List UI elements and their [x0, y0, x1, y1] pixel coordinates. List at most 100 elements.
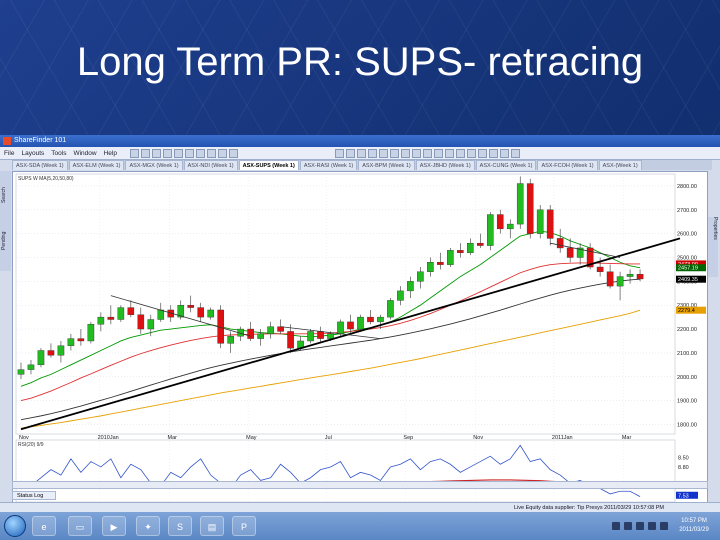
- menu-bar: File Layouts Tools Window Help: [4, 147, 117, 160]
- tab-jbhd[interactable]: ASX-JBHD (Week 1): [415, 160, 475, 170]
- scroll-left-icon[interactable]: [456, 149, 465, 158]
- print-icon[interactable]: [163, 149, 172, 158]
- app-logo-icon: [3, 137, 11, 145]
- taskbar-app-icon[interactable]: ✦: [136, 516, 160, 536]
- text-tool-icon[interactable]: [379, 149, 388, 158]
- price-legend: SUPS W MA(5,20,50,80): [18, 176, 74, 182]
- horizontal-scrollbar[interactable]: [12, 481, 708, 489]
- candle-body: [197, 307, 205, 318]
- bar-chart-icon[interactable]: [335, 149, 344, 158]
- tab-bpm[interactable]: ASX-BPM (Week 1): [358, 160, 415, 170]
- new-chart-icon[interactable]: [130, 149, 139, 158]
- price-value-label: 2409.35: [678, 277, 698, 283]
- taskbar-media-icon[interactable]: ▶: [102, 516, 126, 536]
- tab-sups[interactable]: ASX-SUPS (Week 1): [238, 160, 299, 170]
- settings-icon[interactable]: [218, 149, 227, 158]
- candle-body: [247, 328, 254, 339]
- zoom-out-icon[interactable]: [196, 149, 205, 158]
- candle-body: [546, 209, 554, 239]
- toolbar-icons-right: [335, 149, 520, 158]
- indicator-icon[interactable]: [229, 149, 238, 158]
- taskbar-sharefinder-icon[interactable]: ▤: [200, 516, 224, 536]
- start-button[interactable]: [4, 515, 26, 537]
- candle-body: [486, 214, 494, 246]
- refresh-icon[interactable]: [207, 149, 216, 158]
- candle-body: [616, 276, 624, 287]
- menu-help[interactable]: Help: [104, 147, 117, 160]
- candle-body: [526, 183, 534, 234]
- menu-window[interactable]: Window: [73, 147, 96, 160]
- tab-mgx[interactable]: ASX-MGX (Week 1): [125, 160, 183, 170]
- delete-icon[interactable]: [445, 149, 454, 158]
- save-icon[interactable]: [152, 149, 161, 158]
- status-log-tab[interactable]: Status Log: [12, 491, 56, 500]
- clock-date: 2011/03/29: [679, 527, 709, 533]
- chart-area[interactable]: 1800.00 1900.00 2000.00 2100.00 2200.00 2300.…: [12, 171, 708, 516]
- candle-body: [467, 242, 474, 253]
- taskbar-clock[interactable]: 10:57 PM 2011/03/29: [672, 517, 716, 535]
- candle-body: [417, 271, 424, 282]
- tab-ndi[interactable]: ASX-NDI (Week 1): [183, 160, 238, 170]
- fibonacci-icon[interactable]: [390, 149, 399, 158]
- tray-update-icon[interactable]: [660, 522, 668, 530]
- rsi-panel: [15, 439, 676, 503]
- candle-body: [97, 316, 105, 325]
- tab-sda[interactable]: ASX-SDA (Week 1): [12, 160, 68, 170]
- candle-body: [187, 304, 195, 308]
- arrow-icon[interactable]: [412, 149, 421, 158]
- scroll-right-icon[interactable]: [467, 149, 476, 158]
- candle-body: [596, 266, 604, 272]
- tray-volume-icon[interactable]: [624, 522, 632, 530]
- chart-svg: 1800.001900.002000.002100.002200.002300.…: [15, 173, 706, 511]
- help-icon[interactable]: [511, 149, 520, 158]
- candle-body: [127, 307, 135, 315]
- tab-extra[interactable]: ASX-(Week 1): [598, 160, 642, 170]
- open-icon[interactable]: [141, 149, 150, 158]
- candle-body: [516, 183, 524, 225]
- candle-body: [387, 300, 394, 318]
- taskbar-folder-icon[interactable]: ▭: [68, 516, 92, 536]
- rsi-y-tick-label: 8.50: [678, 456, 689, 462]
- tab-fcoh[interactable]: ASX-FCOH (Week 1): [537, 160, 598, 170]
- taskbar-powerpoint-icon[interactable]: P: [232, 516, 256, 536]
- grid-icon[interactable]: [174, 149, 183, 158]
- layout-icon[interactable]: [489, 149, 498, 158]
- side-tab-properties[interactable]: Properties: [708, 217, 718, 277]
- candle-body: [27, 364, 35, 370]
- tray-network-icon[interactable]: [612, 522, 620, 530]
- channel-icon[interactable]: [401, 149, 410, 158]
- candle-body: [496, 214, 504, 230]
- line-chart-icon[interactable]: [357, 149, 366, 158]
- candle-body: [17, 369, 25, 375]
- price-y-tick-label: 2800.00: [677, 184, 697, 190]
- candle-body: [77, 338, 85, 342]
- price-x-tick-label: Mar: [168, 435, 178, 441]
- alert-icon[interactable]: [500, 149, 509, 158]
- menu-tools[interactable]: Tools: [51, 147, 66, 160]
- tray-power-icon[interactable]: [648, 522, 656, 530]
- tab-elm[interactable]: ASX-ELM (Week 1): [68, 160, 125, 170]
- crosshair-icon[interactable]: [434, 149, 443, 158]
- magnify-icon[interactable]: [478, 149, 487, 158]
- candle-body: [477, 242, 484, 246]
- cursor-icon[interactable]: [423, 149, 432, 158]
- tab-rasi[interactable]: ASX-RASI (Week 1): [299, 160, 358, 170]
- candle-body: [157, 309, 165, 320]
- candle-body: [556, 238, 564, 249]
- candle-body: [227, 336, 234, 344]
- zoom-in-icon[interactable]: [185, 149, 194, 158]
- menu-layouts[interactable]: Layouts: [21, 147, 44, 160]
- side-tab-search[interactable]: Search: [1, 175, 10, 215]
- candle-chart-icon[interactable]: [346, 149, 355, 158]
- side-tab-pending[interactable]: Pending: [1, 219, 10, 263]
- trendline-icon[interactable]: [368, 149, 377, 158]
- candle-body: [626, 273, 634, 277]
- taskbar-ie-icon[interactable]: e: [32, 516, 56, 536]
- tray-flag-icon[interactable]: [636, 522, 644, 530]
- tab-cung[interactable]: ASX-CUNG (Week 1): [475, 160, 537, 170]
- status-bar: Live Equity data supplier: Tip Presys 20…: [0, 502, 720, 512]
- taskbar-skype-icon[interactable]: S: [168, 516, 192, 536]
- candle-body: [207, 309, 214, 318]
- price-x-tick-label: 2011Jan: [552, 435, 573, 441]
- menu-file[interactable]: File: [4, 147, 14, 160]
